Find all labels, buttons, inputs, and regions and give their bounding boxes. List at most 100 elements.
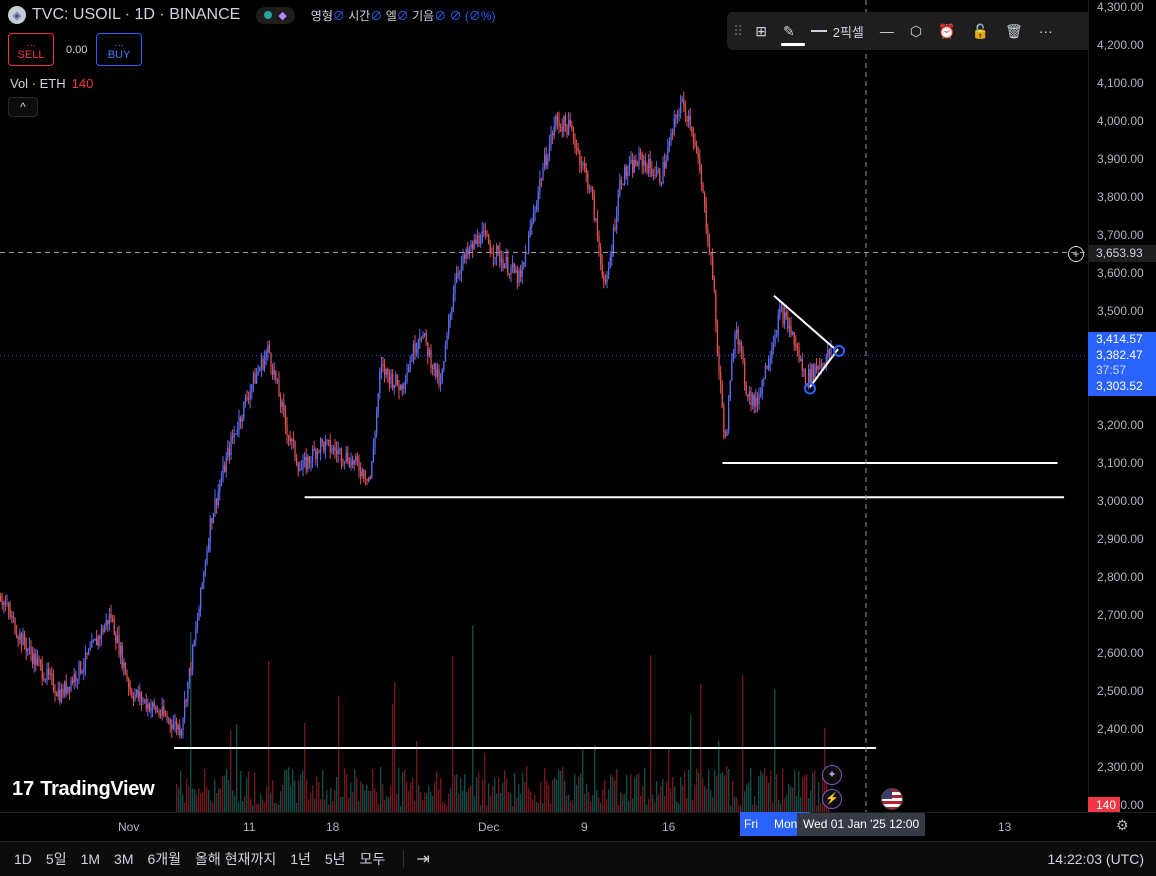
more-options-icon[interactable]: ···	[1039, 23, 1053, 39]
price-tick: 3,900.00	[1097, 152, 1144, 166]
candle-body	[40, 660, 42, 665]
candle-body	[723, 406, 725, 433]
volume-bar	[382, 784, 384, 812]
volume-bar	[412, 777, 414, 812]
range-button-1m[interactable]: 1M	[81, 851, 100, 867]
volume-bar	[806, 774, 808, 812]
volume-legend[interactable]: Vol · ETH 140	[10, 76, 93, 91]
candle-body	[755, 397, 757, 407]
volume-bar	[714, 770, 716, 812]
symbol-title[interactable]: TVC: USOIL · 1D · BINANCE	[32, 6, 240, 24]
line-color-button[interactable]: ✎	[781, 23, 805, 46]
candle-body	[305, 456, 307, 470]
volume-bar	[462, 790, 464, 812]
candle-body	[579, 150, 581, 165]
flash-button[interactable]: ⚡	[822, 789, 842, 809]
range-button-5y[interactable]: 5년	[325, 849, 346, 869]
candle-body	[222, 465, 224, 479]
candle-body	[148, 703, 151, 712]
candle-body	[116, 634, 119, 643]
price-chart-svg[interactable]	[0, 0, 1088, 812]
collapse-legend-button[interactable]: ^	[8, 97, 38, 117]
candle-body	[560, 126, 562, 128]
candle-body	[692, 132, 695, 142]
candle-body	[43, 678, 45, 681]
ohlc-close-label: 기음	[412, 8, 435, 23]
range-button-3m[interactable]: 3M	[114, 851, 133, 867]
line-width-button[interactable]: 2픽셀	[810, 22, 864, 41]
volume-bar	[622, 794, 624, 812]
candle-body	[675, 115, 677, 119]
candle-body	[248, 398, 250, 400]
volume-bar	[602, 789, 604, 812]
drawing-toolbar: ⠿ ⊞ ✎ 2픽셀 — ⬡ ⏰ 🔓 🗑 ···	[727, 12, 1088, 50]
time-tick: 11	[243, 820, 256, 834]
date-range-icon[interactable]: ⇥	[416, 849, 429, 869]
candle-body	[672, 133, 674, 135]
volume-bar	[194, 789, 196, 812]
volume-bar	[216, 793, 218, 812]
time-highlight-fri: Fri	[740, 812, 770, 836]
volume-bar	[574, 773, 576, 812]
range-button-1y[interactable]: 1년	[290, 849, 311, 869]
volume-bar	[556, 779, 558, 812]
candle-body	[619, 180, 621, 196]
candle-body	[385, 368, 387, 375]
candle-body	[115, 635, 117, 643]
range-button-all[interactable]: 모두	[360, 849, 386, 869]
candle-body	[622, 183, 624, 185]
volume-bar	[802, 776, 804, 812]
sell-button[interactable]: ... SELL	[8, 33, 54, 66]
ai-assistant-button[interactable]: ✦	[822, 765, 842, 785]
candle-body	[446, 334, 448, 346]
market-status-pill[interactable]: ◆	[256, 6, 295, 24]
candle-body	[390, 373, 392, 384]
template-icon[interactable]: ⊞	[755, 23, 767, 40]
range-button-6m[interactable]: 6개월	[147, 849, 181, 869]
candle-body	[822, 362, 824, 365]
candle-body	[772, 343, 775, 350]
line-style-icon[interactable]: —	[880, 23, 894, 39]
range-button-5d[interactable]: 5일	[46, 849, 67, 869]
volume-bar	[302, 770, 304, 812]
volume-bar	[496, 793, 498, 812]
settings-hex-icon[interactable]: ⬡	[910, 23, 922, 40]
candle-body	[257, 371, 259, 374]
candle-body	[142, 700, 144, 702]
volume-bar	[754, 796, 756, 812]
candle-body	[19, 633, 21, 640]
candle-body	[11, 615, 13, 617]
volume-bar	[678, 803, 680, 812]
price-tick: 4,000.00	[1097, 114, 1144, 128]
volume-bar	[428, 785, 430, 812]
range-button-1d[interactable]: 1D	[14, 851, 32, 867]
candle-body	[334, 447, 336, 451]
candle-body	[137, 690, 139, 698]
time-axis[interactable]: Nov 11 18 Dec 9 16 13	[0, 812, 1156, 840]
chart-pane[interactable]: ◈ TVC: USOIL · 1D · BINANCE ◆ 영형∅ 시간∅ 엘∅…	[0, 0, 1088, 812]
utc-clock[interactable]: 14:22:03 (UTC)	[1048, 851, 1144, 867]
trash-icon[interactable]: 🗑	[1005, 23, 1023, 40]
range-button-ytd[interactable]: 올해 현재까지	[195, 849, 276, 869]
candle-body	[321, 439, 323, 443]
volume-bar	[306, 779, 308, 812]
candle-body	[1, 601, 3, 605]
candle-body	[352, 458, 354, 465]
add-price-line-icon[interactable]: +	[1068, 246, 1084, 262]
volume-bar	[694, 785, 696, 812]
ohlc-low-label: 엘	[385, 8, 397, 23]
candle-body	[150, 707, 152, 712]
buy-button[interactable]: ... BUY	[96, 33, 142, 66]
lock-icon[interactable]: 🔓	[972, 23, 989, 40]
candle-body	[25, 644, 27, 652]
axis-settings-gear-icon[interactable]: ⚙	[1116, 817, 1129, 834]
candle-body	[486, 234, 488, 236]
volume-bar	[322, 770, 324, 812]
drag-handle-icon[interactable]: ⠿	[733, 23, 743, 40]
us-flag-icon[interactable]	[881, 788, 903, 810]
add-alert-icon[interactable]: ⏰	[938, 23, 955, 40]
price-axis[interactable]: 4,300.00 4,200.00 4,100.00 4,000.00 3,900.00…	[1088, 0, 1156, 812]
candle-body	[713, 278, 715, 291]
candle-body	[276, 379, 279, 381]
tradingview-watermark[interactable]: 17 TradingView	[12, 778, 155, 801]
